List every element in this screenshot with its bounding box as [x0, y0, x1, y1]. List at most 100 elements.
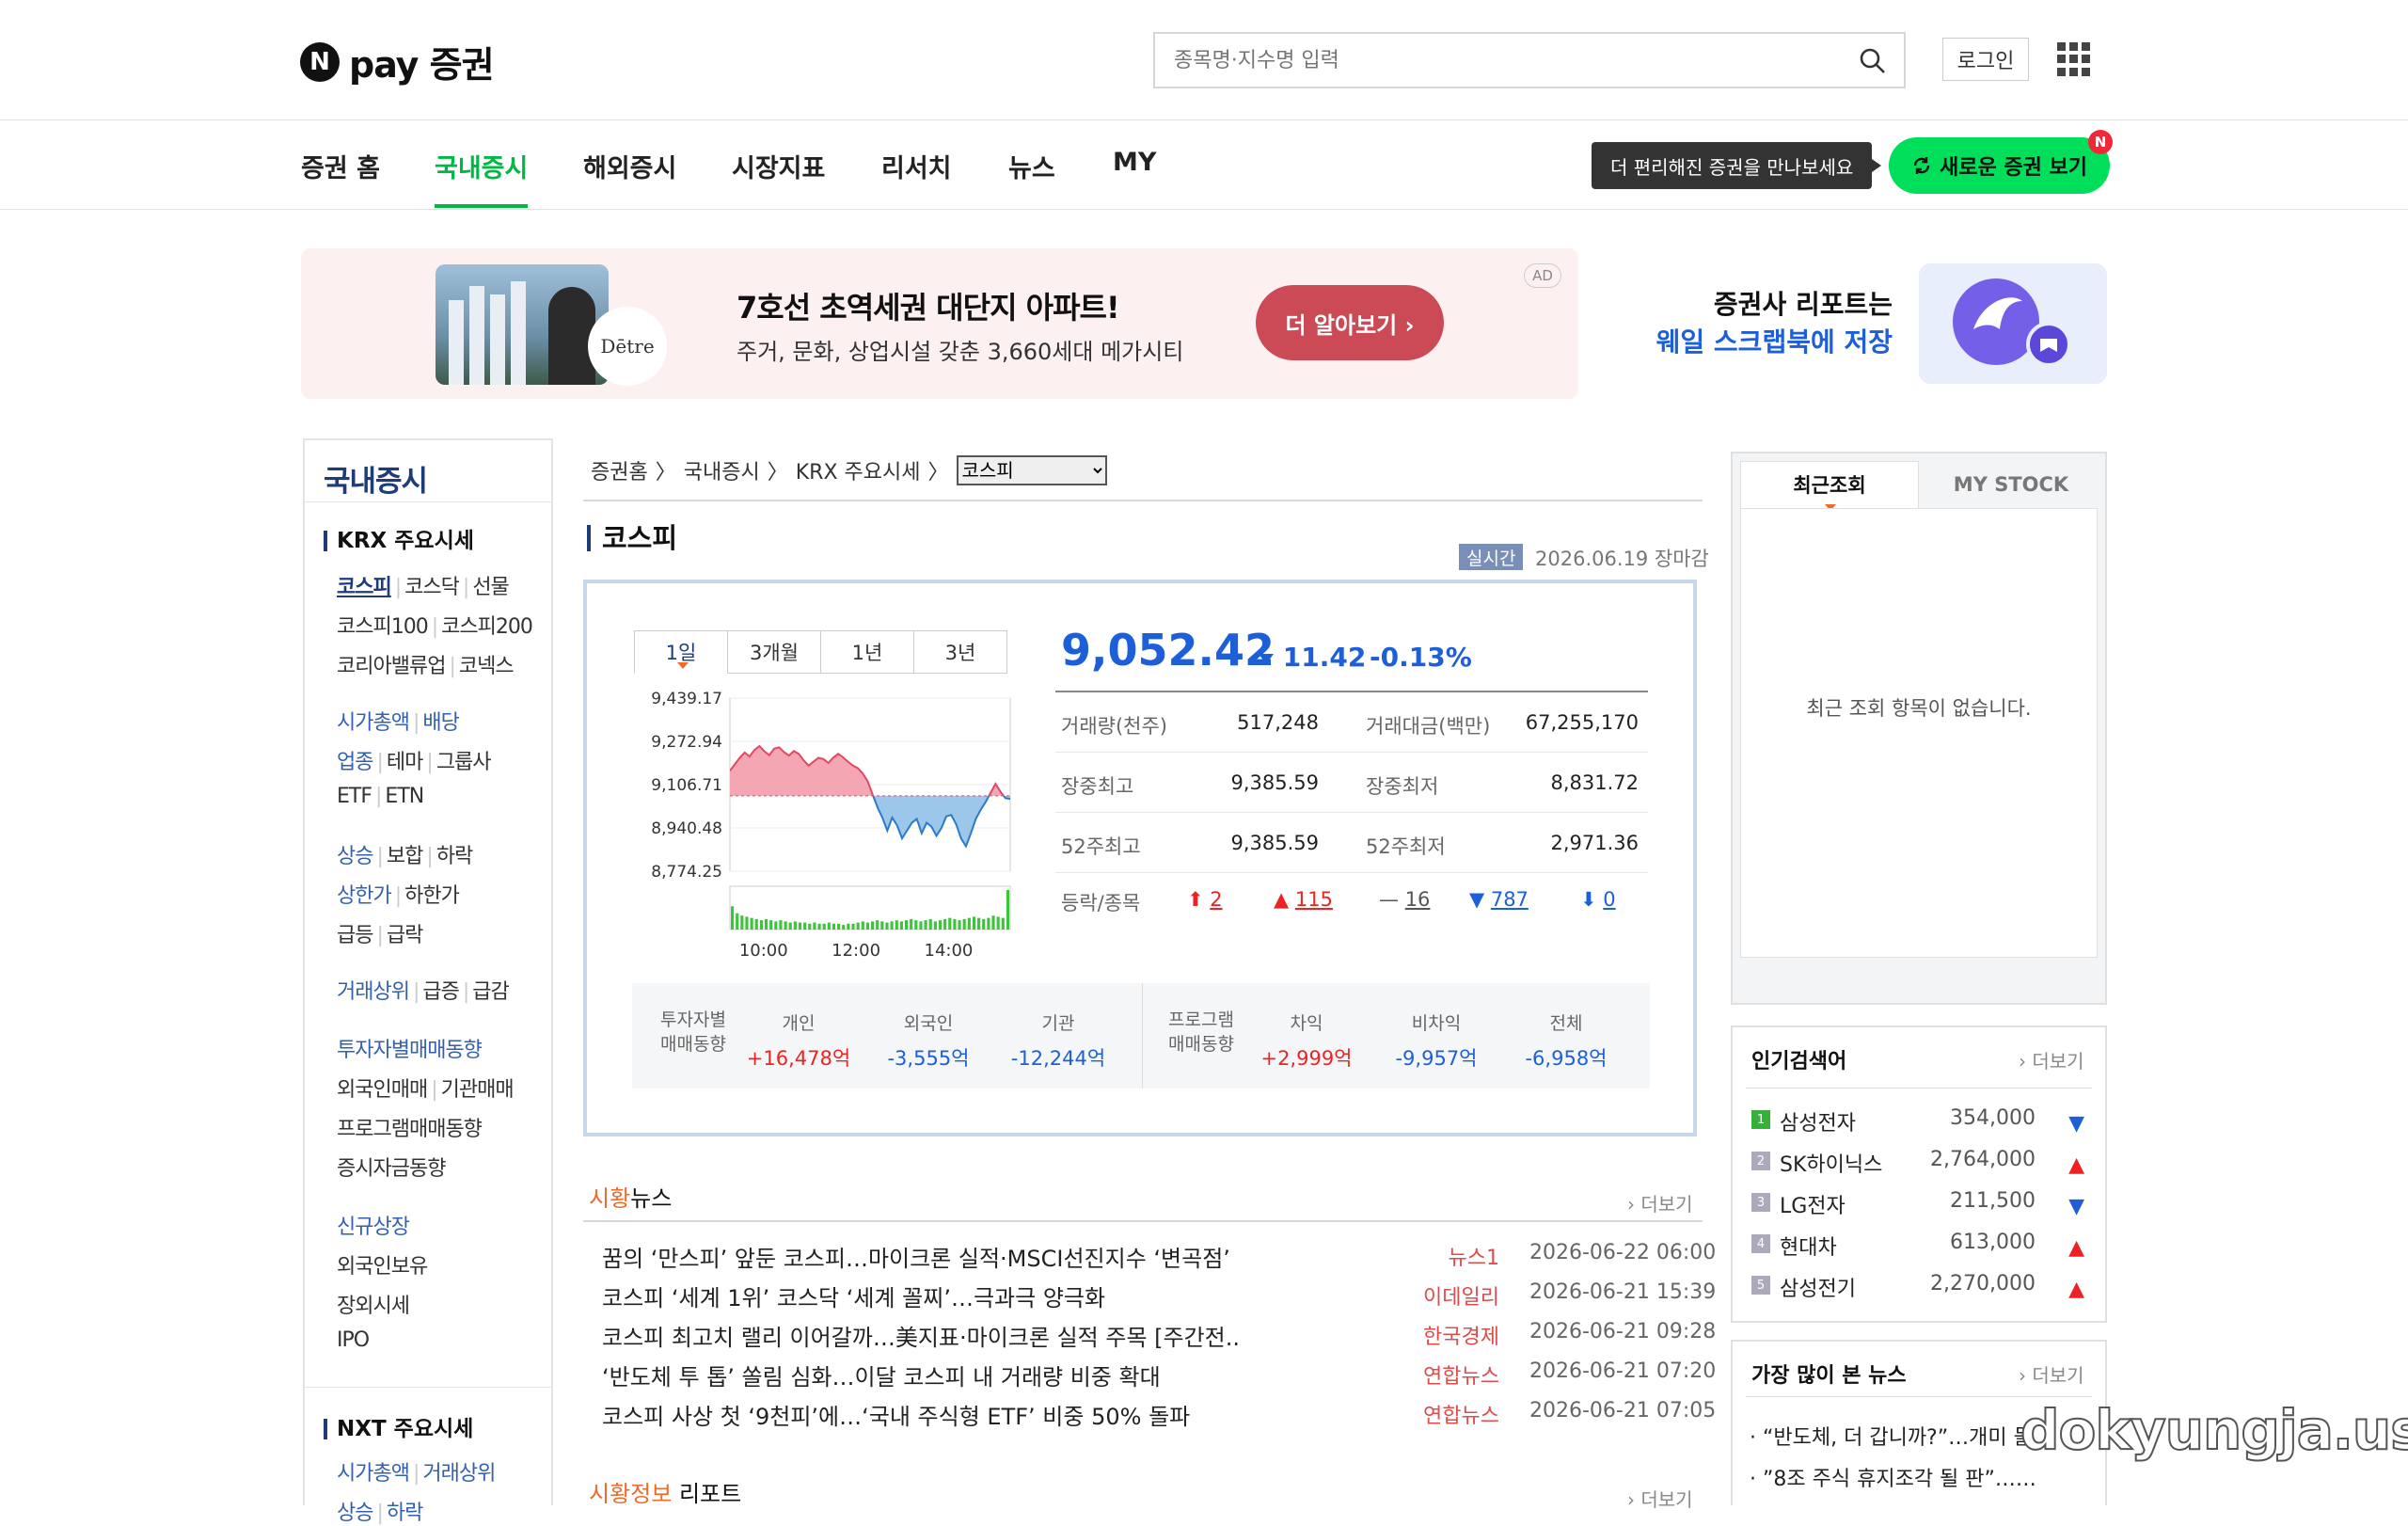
nav-my[interactable]: MY	[1113, 148, 1156, 208]
lnb-nxt-marketcap[interactable]: 시가총액	[337, 1462, 410, 1486]
lnb-fund-trend[interactable]: 증시자금동향	[337, 1152, 446, 1182]
news-item[interactable]: 코스피 ‘세계 1위’ 코스닥 ‘세계 꼴찌’…극과극 양극화	[602, 1280, 1105, 1312]
lnb-group[interactable]: 그룹사	[436, 751, 492, 774]
tab-my-stock[interactable]: MY STOCK	[1919, 461, 2103, 508]
lnb-section-nxt[interactable]: NXT 주요시세	[324, 1419, 473, 1440]
whale-promo-line2[interactable]: 웨일 스크랩북에 저장	[1618, 322, 1893, 359]
popular-more-link[interactable]: › 더보기	[2019, 1046, 2084, 1073]
lnb-section-krx[interactable]: KRX 주요시세	[324, 531, 474, 552]
ad-banner[interactable]: Dētre 7호선 초역세권 대단지 아파트! 주거, 문화, 상업시설 갖춘 …	[301, 248, 1578, 399]
index-select[interactable]: 코스피	[956, 455, 1107, 485]
popular-item[interactable]: 2 SK하이닉스 2,764,000 ▲	[1751, 1148, 2090, 1177]
lnb-foreign-trade[interactable]: 외국인매매	[337, 1078, 428, 1102]
volume-bar	[895, 920, 898, 930]
volume-bar	[885, 922, 889, 930]
search-box	[1153, 32, 1906, 88]
news-item[interactable]: 코스피 사상 첫 ‘9천피’에…‘국내 주식형 ETF’ 비중 50% 돌파	[602, 1398, 1190, 1431]
lnb-kospi[interactable]: 코스피	[337, 576, 392, 599]
lnb-row: 시가총액 | 배당	[337, 711, 460, 735]
down-count[interactable]: ▼ 787	[1469, 888, 1529, 911]
crumb-domestic[interactable]: 국내증시	[684, 455, 760, 485]
whale-promo-line1[interactable]: 증권사 리포트는	[1618, 284, 1893, 322]
most-viewed-more-link[interactable]: › 더보기	[2019, 1360, 2084, 1388]
lnb-etn[interactable]: ETN	[385, 785, 424, 808]
program-col-value: -9,957억	[1395, 1047, 1478, 1070]
search-icon[interactable]	[1859, 47, 1887, 75]
nav-home[interactable]: 증권 홈	[301, 148, 380, 208]
lnb-fall[interactable]: 하락	[436, 845, 473, 868]
lnb-kospi100[interactable]: 코스피100	[337, 615, 429, 639]
nav-domestic[interactable]: 국내증시	[435, 148, 529, 208]
volume-bar	[731, 906, 735, 930]
whale-scrapbook-icon[interactable]	[1919, 263, 2107, 384]
volume-bar	[788, 922, 792, 930]
lnb-vol-drop[interactable]: 급감	[472, 980, 509, 1004]
popular-item[interactable]: 5 삼성전기 2,270,000 ▲	[1751, 1272, 2090, 1301]
lnb-sector[interactable]: 업종	[337, 751, 373, 774]
lnb-plunge[interactable]: 급락	[387, 924, 423, 947]
news-more-link[interactable]: › 더보기	[1627, 1189, 1693, 1216]
nav-news[interactable]: 뉴스	[1008, 148, 1055, 208]
lnb-futures[interactable]: 선물	[472, 576, 509, 599]
tab-3y[interactable]: 3년	[913, 630, 1007, 674]
new-stock-button[interactable]: 새로운 증권 보기	[1889, 137, 2110, 194]
volume-bar	[736, 913, 739, 930]
lnb-volume-top[interactable]: 거래상위	[337, 980, 410, 1004]
nav-research[interactable]: 리서치	[881, 148, 952, 208]
logo[interactable]: N pay 증권	[300, 36, 495, 87]
tab-1d[interactable]: 1일	[634, 630, 728, 674]
lnb-theme[interactable]: 테마	[387, 751, 423, 774]
lnb-program-trend[interactable]: 프로그램매매동향	[337, 1112, 483, 1142]
crumb-home[interactable]: 증권홈	[591, 455, 648, 485]
news-item[interactable]: ‘반도체 투 톱’ 쏠림 심화…이달 코스피 내 거래량 비중 확대	[602, 1359, 1161, 1391]
market-news-title[interactable]: 시황뉴스	[589, 1180, 672, 1213]
volume-bar	[938, 920, 943, 930]
lnb-kospi200[interactable]: 코스피200	[441, 615, 533, 639]
lnb-inst-trade[interactable]: 기관매매	[441, 1078, 515, 1102]
login-button[interactable]: 로그인	[1942, 38, 2029, 81]
lnb-valueup[interactable]: 코리아밸류업	[337, 655, 446, 678]
lnb-investor-trend[interactable]: 투자자별매매동향	[337, 1033, 483, 1063]
lnb-dividend[interactable]: 배당	[422, 711, 459, 735]
tab-3m[interactable]: 3개월	[727, 630, 821, 674]
news-item[interactable]: 꿈의 ‘만스피’ 앞둔 코스피…마이크론 실적·MSCI선진지수 ‘변곡점’	[602, 1240, 1230, 1273]
news-source: 한국경제	[1423, 1326, 1499, 1349]
report-title[interactable]: 시황정보 리포트	[589, 1475, 741, 1508]
volume-bar	[943, 918, 947, 930]
lnb-flat[interactable]: 보합	[387, 845, 423, 868]
crumb-krx[interactable]: KRX 주요시세	[796, 455, 921, 485]
up-count[interactable]: ▲ 115	[1274, 888, 1333, 911]
ad-apartment-image	[436, 264, 609, 385]
most-viewed-item[interactable]: · ”8조 주식 휴지조각 될 판”……	[1750, 1462, 2088, 1492]
volume-bar	[842, 925, 846, 930]
lnb-new-listing[interactable]: 신규상장	[337, 1210, 410, 1240]
search-input[interactable]	[1174, 48, 1851, 72]
lnb-etf[interactable]: ETF	[337, 785, 372, 808]
tab-1y[interactable]: 1년	[820, 630, 914, 674]
lnb-upper-limit[interactable]: 상한가	[337, 884, 392, 908]
lnb-otc[interactable]: 장외시세	[337, 1289, 410, 1319]
popular-item[interactable]: 4 현대차 613,000 ▲	[1751, 1231, 2090, 1260]
report-more-link[interactable]: › 더보기	[1627, 1485, 1693, 1512]
lnb-nxt-volume[interactable]: 거래상위	[422, 1462, 496, 1486]
news-item[interactable]: 코스피 최고치 랠리 이어갈까…美지표·마이크론 실적 주목 [주간전..	[602, 1319, 1240, 1352]
tab-recent[interactable]: 최근조회	[1740, 461, 1919, 508]
lnb-vol-surge[interactable]: 급증	[422, 980, 459, 1004]
lnb-marketcap[interactable]: 시가총액	[337, 711, 410, 735]
limit-up-count[interactable]: ⬆ 2	[1187, 888, 1223, 911]
limit-down-count[interactable]: ⬇ 0	[1580, 888, 1616, 911]
nav-indicators[interactable]: 시장지표	[732, 148, 825, 208]
lnb-foreign-holding[interactable]: 외국인보유	[337, 1249, 428, 1280]
apps-grid-icon[interactable]	[2057, 42, 2091, 76]
lnb-kosdaq[interactable]: 코스닥	[404, 576, 460, 599]
popular-item[interactable]: 1 삼성전자 354,000 ▼	[1751, 1106, 2090, 1136]
ad-more-button[interactable]: 더 알아보기 ›	[1256, 285, 1444, 360]
popular-item[interactable]: 3 LG전자 211,500 ▼	[1751, 1189, 2090, 1218]
lnb-lower-limit[interactable]: 하한가	[404, 884, 460, 908]
nav-overseas[interactable]: 해외증시	[583, 148, 676, 208]
lnb-ipo[interactable]: IPO	[337, 1328, 370, 1352]
lnb-konex[interactable]: 코넥스	[459, 655, 515, 678]
flat-count[interactable]: — 16	[1379, 888, 1430, 911]
lnb-surge[interactable]: 급등	[337, 924, 373, 947]
lnb-rise[interactable]: 상승	[337, 845, 373, 868]
